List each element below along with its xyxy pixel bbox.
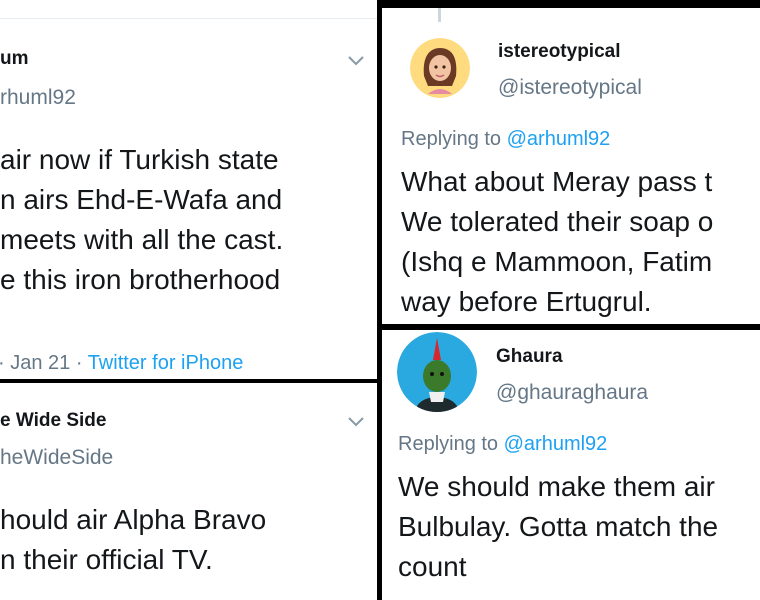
- user-handle[interactable]: @istereotypical: [498, 76, 642, 100]
- display-name[interactable]: Ghaura: [496, 346, 563, 368]
- tweet-panel-bottom-left: e Wide Side heWideSide hould air Alpha B…: [0, 383, 377, 600]
- tweet-text-line: meets with all the cast.: [0, 224, 284, 255]
- replying-prefix: Replying to: [401, 128, 507, 150]
- avatar[interactable]: [410, 38, 470, 98]
- divider-line: [0, 18, 377, 19]
- mention-link[interactable]: @arhuml92: [507, 128, 611, 150]
- tweet-text-line: hould air Alpha Bravo: [0, 504, 267, 535]
- tweet-text-line: What about Meray pass t: [401, 166, 713, 197]
- replying-to: Replying to @arhuml92: [401, 128, 610, 151]
- display-name[interactable]: istereotypical: [498, 41, 621, 63]
- chevron-down-icon[interactable]: [347, 415, 365, 427]
- user-handle[interactable]: heWideSide: [0, 446, 113, 470]
- tweet-text-line: air now if Turkish state: [0, 144, 279, 175]
- tweet-text-line: We tolerated their soap o: [401, 206, 714, 237]
- tweet-panel-top-right: istereotypical @istereotypical Replying …: [382, 8, 760, 324]
- tweet-text-line: (Ishq e Mammoon, Fatim: [401, 246, 713, 277]
- user-handle[interactable]: @ghauraghaura: [496, 381, 648, 405]
- display-name[interactable]: um: [0, 48, 29, 70]
- avatar[interactable]: [397, 332, 477, 412]
- tweet-meta: · Jan 21 · Twitter for iPhone: [0, 352, 243, 375]
- thread-connector-line: [438, 8, 441, 22]
- tweet-date[interactable]: · Jan 21 ·: [0, 352, 88, 374]
- display-name[interactable]: e Wide Side: [0, 410, 106, 432]
- replying-prefix: Replying to: [398, 433, 504, 455]
- replying-to: Replying to @arhuml92: [398, 433, 607, 456]
- mention-link[interactable]: @arhuml92: [504, 433, 608, 455]
- tweet-panel-top-left: um rhuml92 air now if Turkish state n ai…: [0, 0, 377, 379]
- tweet-text-line: e this iron brotherhood: [0, 264, 281, 295]
- chevron-down-icon[interactable]: [347, 54, 365, 66]
- tweet-text-line: count: [398, 551, 467, 582]
- tweet-text-line: We should make them air: [398, 471, 715, 502]
- tweet-text-line: n airs Ehd-E-Wafa and: [0, 184, 283, 215]
- tweet-text-line: Bulbulay. Gotta match the: [398, 511, 719, 542]
- user-handle[interactable]: rhuml92: [0, 86, 76, 110]
- tweet-text-line: n their official TV.: [0, 544, 213, 575]
- tweet-panel-bottom-right: Ghaura @ghauraghaura Replying to @arhuml…: [382, 330, 760, 600]
- tweet-text-line: way before Ertugrul.: [401, 286, 652, 317]
- tweet-source-link[interactable]: Twitter for iPhone: [88, 352, 244, 374]
